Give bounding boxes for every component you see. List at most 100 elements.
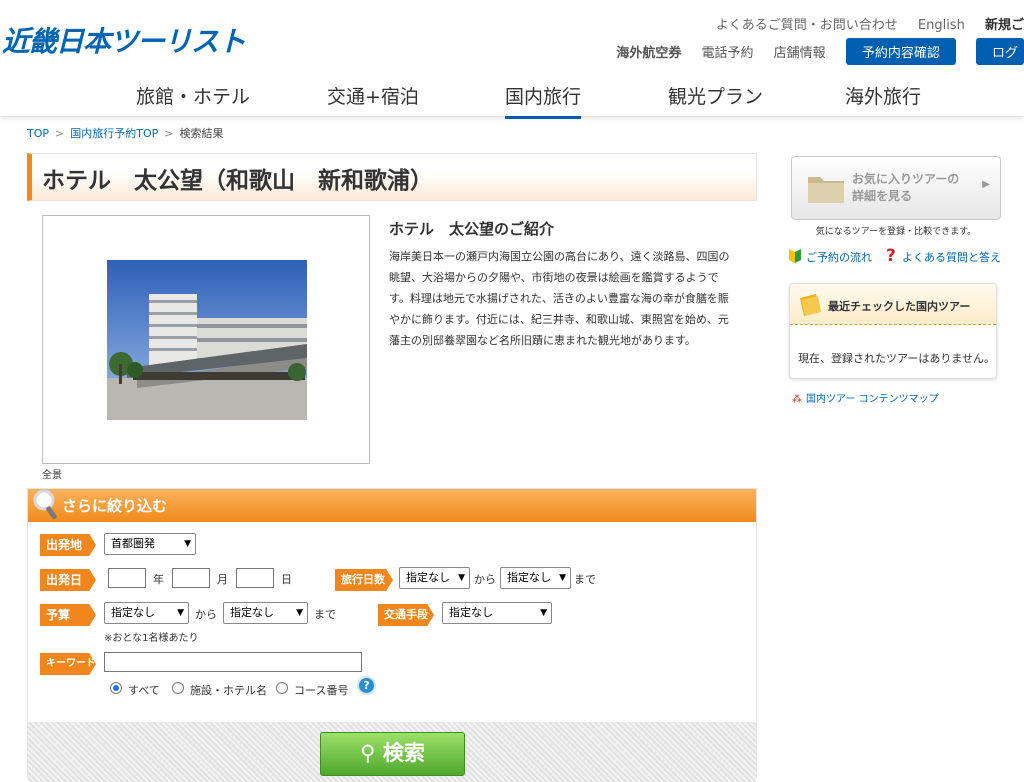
content-map[interactable]: ⁂ 国内ツアー コンテンツマップ: [792, 390, 939, 405]
month-unit: 月: [217, 573, 228, 586]
breadcrumb-current: 検索結果: [179, 127, 224, 140]
sitemap-icon: ⁂: [792, 394, 802, 405]
departure-select[interactable]: 首都圏発 ▼: [104, 533, 196, 555]
page-title-box: ホテル 太公望（和歌山 新和歌浦）: [27, 153, 757, 201]
intro-text: 海岸美日本一の瀬戸内海国立公園の高台にあり、遠く淡路島、四国の眺望、大浴場からの…: [389, 250, 730, 347]
breadcrumb: TOP > 国内旅行予約TOP > 検索結果: [27, 125, 223, 141]
days-to-text: まで: [574, 573, 596, 586]
departure-select-value: 首都圏発: [111, 537, 155, 550]
nav-overseas-travel[interactable]: 海外旅行: [845, 82, 921, 109]
budget-to-text: まで: [314, 608, 336, 621]
days-to-select[interactable]: 指定なし ▼: [500, 567, 571, 589]
recent-tours-panel: 最近チェックした国内ツアー 現在、登録されたツアーはありません。: [789, 283, 997, 379]
recent-tours-title: 最近チェックした国内ツアー: [828, 300, 971, 313]
chevron-down-icon: ▼: [559, 573, 566, 583]
days-from-text: から: [474, 573, 496, 586]
site-header: 近畿日本ツーリスト よくあるご質問・お問い合わせ English 新規ご 海外航…: [0, 0, 1024, 70]
nav-transport-stay[interactable]: 交通+宿泊: [327, 82, 419, 109]
budget-to-value: 指定なし: [230, 606, 274, 619]
transport-value: 指定なし: [449, 606, 493, 619]
filter-panel: さらに絞り込む 出発地 首都圏発 ▼ 出発日 年 月 日 旅行日数 指定なし ▼ か…: [27, 488, 757, 782]
day-unit: 日: [281, 573, 292, 586]
recent-tours-empty: 現在、登録されたツアーはありません。: [798, 352, 996, 365]
breadcrumb-separator: >: [164, 127, 174, 140]
search-button-label: 検索: [382, 741, 425, 765]
chevron-down-icon: ▼: [177, 608, 184, 618]
english-link[interactable]: English: [918, 18, 965, 33]
hotel-photo[interactable]: [107, 260, 307, 420]
radio-all[interactable]: [110, 682, 122, 694]
days-from-select[interactable]: 指定なし ▼: [399, 567, 470, 589]
beginner-mark-icon: [788, 248, 802, 267]
utility-links: よくあるご質問・お問い合わせ English 新規ご: [700, 14, 1024, 33]
chevron-down-icon: ▼: [540, 608, 547, 618]
chevron-down-icon: ▼: [458, 573, 465, 583]
reservation-confirm-button[interactable]: 予約内容確認: [845, 38, 956, 65]
favorite-button-label: お気に入りツアーの 詳細を見る: [852, 172, 960, 203]
year-unit: 年: [153, 573, 164, 586]
folder-icon: [800, 294, 821, 316]
new-register-link[interactable]: 新規ご: [985, 18, 1024, 33]
filter-footer: ⚲ 検索: [28, 722, 756, 782]
breadcrumb-separator: >: [55, 127, 65, 140]
chevron-down-icon: ▼: [184, 539, 191, 549]
transport-select[interactable]: 指定なし ▼: [442, 602, 552, 624]
phone-reserve-link[interactable]: 電話予約: [702, 42, 754, 61]
filter-title: さらに絞り込む: [62, 497, 168, 515]
breadcrumb-top[interactable]: TOP: [27, 127, 49, 140]
intl-air-link[interactable]: 海外航空券: [616, 42, 681, 61]
keyword-label: キーワード: [40, 653, 96, 675]
favorite-tours-button[interactable]: お気に入りツアーの 詳細を見る ▶: [791, 156, 1001, 220]
nav-domestic-travel[interactable]: 国内旅行: [505, 82, 582, 119]
keyword-input[interactable]: [104, 652, 362, 672]
radio-course-number[interactable]: [276, 682, 288, 694]
departure-date-label: 出発日: [40, 569, 96, 591]
question-mark-icon: ?: [886, 246, 896, 266]
travel-days-label: 旅行日数: [335, 569, 393, 591]
hotel-photo-frame: [42, 215, 370, 464]
budget-note: ※おとな1名様あたり: [104, 633, 199, 644]
content-map-link[interactable]: 国内ツアー コンテンツマップ: [806, 394, 939, 405]
help-icon-glyph: ?: [363, 679, 370, 692]
intro-heading: ホテル 太公望のご紹介: [389, 220, 555, 238]
favorite-note: 気になるツアーを登録・比較できます。: [815, 227, 977, 237]
nav-ryokan-hotel[interactable]: 旅館・ホテル: [136, 82, 250, 109]
radio-course-label: コース番号: [294, 684, 349, 697]
store-info-link[interactable]: 店舗情報: [774, 42, 826, 61]
budget-from-select[interactable]: 指定なし ▼: [104, 602, 189, 624]
photo-caption: 全景: [42, 470, 62, 481]
departure-label: 出発地: [40, 534, 96, 556]
day-input[interactable]: [236, 568, 274, 588]
login-button[interactable]: ログ: [975, 38, 1024, 65]
search-key-icon: ⚲: [360, 741, 376, 765]
year-input[interactable]: [108, 568, 146, 588]
radio-facility-name[interactable]: [172, 682, 184, 694]
site-logo[interactable]: 近畿日本ツーリスト: [2, 20, 246, 60]
reservation-flow-link[interactable]: ご予約の流れ: [806, 249, 872, 265]
sub-links: 海外航空券 電話予約 店舗情報 予約内容確認 ログ: [600, 38, 1024, 65]
budget-from-value: 指定なし: [111, 606, 155, 619]
help-icon[interactable]: ?: [357, 676, 376, 695]
budget-from-text: から: [195, 608, 217, 621]
search-button[interactable]: ⚲ 検索: [320, 732, 465, 776]
filter-header: さらに絞り込む: [28, 489, 756, 522]
faq-link[interactable]: よくある質問と答え: [902, 249, 1001, 265]
nav-sightseeing-plan[interactable]: 観光プラン: [668, 82, 763, 109]
recent-tours-header: 最近チェックした国内ツアー: [790, 284, 996, 325]
faq-contact-link[interactable]: よくあるご質問・お問い合わせ: [716, 18, 898, 33]
days-to-value: 指定なし: [507, 571, 551, 584]
budget-label: 予算: [40, 604, 96, 626]
days-from-value: 指定なし: [406, 571, 450, 584]
folder-icon: [808, 177, 844, 203]
budget-to-select[interactable]: 指定なし ▼: [223, 602, 308, 624]
global-nav: 旅館・ホテル 交通+宿泊 国内旅行 観光プラン 海外旅行: [0, 70, 1024, 119]
chevron-right-icon: ▶: [982, 179, 990, 190]
magnifier-icon: [33, 489, 57, 520]
breadcrumb-domestic-top[interactable]: 国内旅行予約TOP: [70, 127, 158, 140]
chevron-down-icon: ▼: [296, 608, 303, 618]
radio-all-label: すべて: [128, 684, 160, 697]
radio-facility-label: 施設・ホテル名: [190, 684, 267, 697]
month-input[interactable]: [172, 568, 210, 588]
page-title: ホテル 太公望（和歌山 新和歌浦）: [42, 168, 433, 194]
transport-label: 交通手段: [378, 604, 434, 626]
